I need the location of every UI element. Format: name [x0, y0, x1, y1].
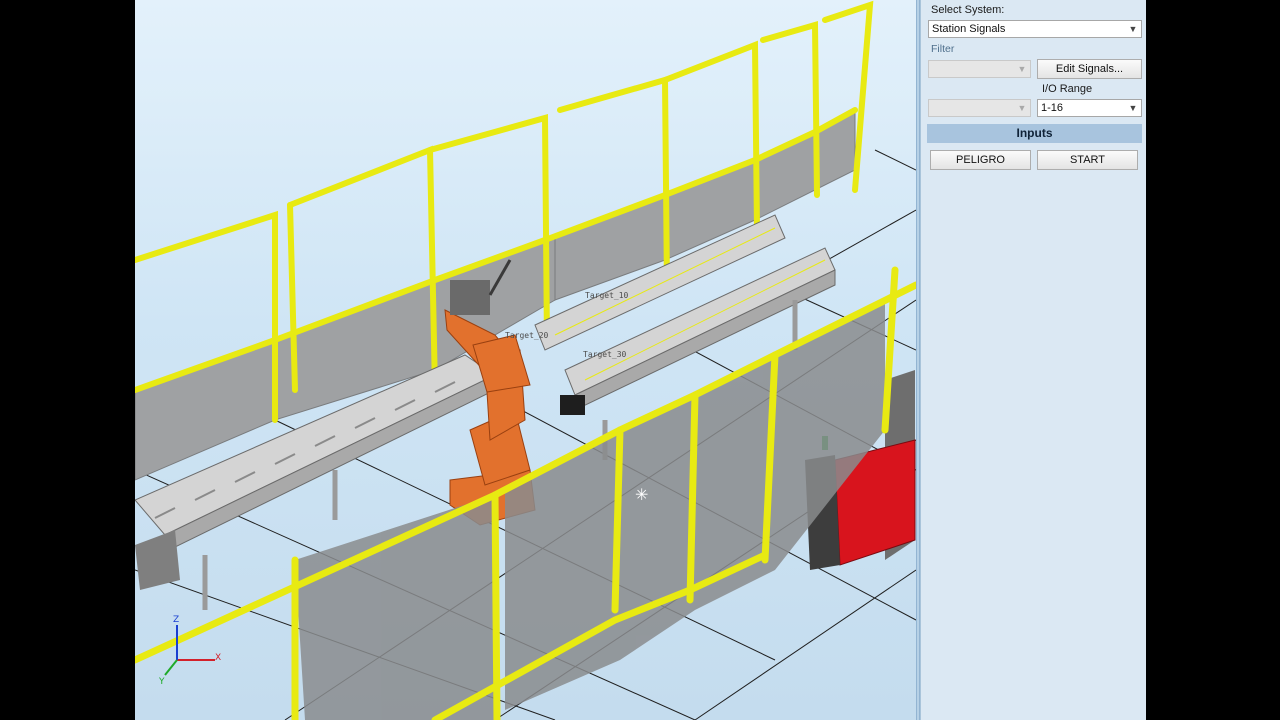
chevron-down-icon: ▼	[1128, 24, 1138, 34]
chevron-down-icon: ▼	[1017, 103, 1027, 113]
target-label: Target_10	[585, 291, 629, 300]
chevron-down-icon: ▼	[1128, 103, 1138, 113]
filter-label: Filter	[931, 43, 955, 55]
io-simulator-panel: Select System: Station Signals ▼ Filter …	[920, 0, 1146, 720]
target-label: Target_20	[505, 331, 549, 340]
chevron-down-icon: ▼	[1017, 64, 1027, 74]
inputs-section-header: Inputs	[927, 124, 1142, 143]
io-range-left-dropdown[interactable]: ▼	[928, 99, 1031, 117]
select-system-value: Station Signals	[932, 23, 1006, 35]
axis-y-label: Y	[158, 677, 165, 687]
letterbox-right	[1146, 0, 1280, 720]
axis-z-label: Z	[173, 615, 179, 625]
select-system-label: Select System:	[931, 4, 1005, 16]
filter-dropdown[interactable]: ▼	[928, 60, 1031, 78]
3d-station-viewport[interactable]: Target_10 Target_20 Target_30 X Z Y ✳	[135, 0, 916, 720]
letterbox-left	[0, 0, 135, 720]
select-system-dropdown[interactable]: Station Signals ▼	[928, 20, 1142, 38]
io-range-dropdown[interactable]: 1-16 ▼	[1037, 99, 1142, 117]
target-label: Target_30	[583, 350, 627, 359]
robot-gripper	[450, 280, 490, 315]
io-range-label: I/O Range	[1042, 83, 1093, 95]
io-range-value: 1-16	[1041, 102, 1064, 114]
input-peligro-button[interactable]: PELIGRO	[930, 150, 1031, 170]
axis-x-label: X	[215, 653, 221, 663]
edit-signals-button[interactable]: Edit Signals...	[1037, 59, 1142, 79]
focus-star-icon: ✳	[635, 485, 648, 504]
station-scene: Target_10 Target_20 Target_30 X Z Y ✳	[135, 0, 916, 720]
input-start-button[interactable]: START	[1037, 150, 1138, 170]
